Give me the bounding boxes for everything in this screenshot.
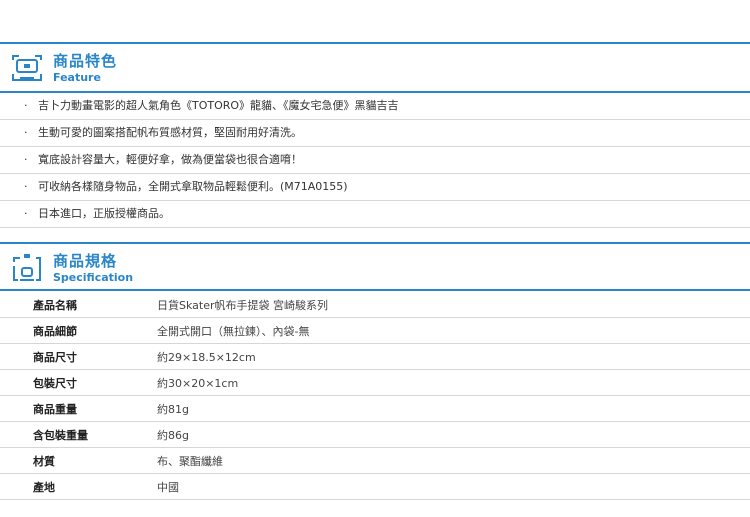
spec-label: 材質 <box>0 447 157 474</box>
spec-table: 產品名稱 日貨Skater帆布手提袋 宮崎駿系列 商品細節 全開式開口（無拉鍊）、內… <box>0 292 750 500</box>
bullet-icon: · <box>24 99 28 112</box>
spec-value: 全開式開口（無拉鍊）、內袋-無 <box>157 317 750 344</box>
spec-accent-rule <box>0 242 750 244</box>
top-accent-rule <box>0 42 750 44</box>
table-row: 商品細節 全開式開口（無拉鍊）、內袋-無 <box>0 317 750 344</box>
spec-label: 商品尺寸 <box>0 343 157 370</box>
spec-title: 商品規格 <box>53 252 118 270</box>
spec-label: 產地 <box>0 473 157 500</box>
spec-value: 約30×20×1cm <box>157 369 750 396</box>
spec-value: 約29×18.5×12cm <box>157 343 750 370</box>
table-row: 產地 中國 <box>0 473 750 500</box>
spec-value: 約81g <box>157 395 750 422</box>
spec-label: 商品細節 <box>0 317 157 344</box>
list-item: · 生動可愛的圖案搭配帆布質感材質，堅固耐用好清洗。 <box>0 120 750 147</box>
spec-value: 布、聚酯纖維 <box>157 447 750 474</box>
feature-list: · 吉卜力動畫電影的超人氣角色《TOTORO》龍貓、《魔女宅急便》黑貓吉吉 · 生動… <box>0 93 750 228</box>
table-row: 含包裝重量 約86g <box>0 421 750 448</box>
table-row: 商品重量 約81g <box>0 395 750 422</box>
spec-value: 中國 <box>157 473 750 500</box>
spec-label: 商品重量 <box>0 395 157 422</box>
feature-subtitle: Feature <box>53 71 101 84</box>
list-item: · 寬底設計容量大，輕便好拿，做為便當袋也很合適唷！ <box>0 147 750 174</box>
list-item: · 日本進口，正版授權商品。 <box>0 201 750 228</box>
bullet-icon: · <box>24 153 28 166</box>
table-row: 產品名稱 日貨Skater帆布手提袋 宮崎駿系列 <box>0 292 750 318</box>
table-row: 材質 布、聚酯纖維 <box>0 447 750 474</box>
feature-section-header: 商品特色 Feature <box>0 46 750 94</box>
spec-section-header: 商品規格 Specification <box>0 246 750 294</box>
table-row: 商品尺寸 約29×18.5×12cm <box>0 343 750 370</box>
camera-frame-icon <box>12 55 42 81</box>
bullet-icon: · <box>24 180 28 193</box>
spec-label: 產品名稱 <box>0 292 157 318</box>
list-item: · 吉卜力動畫電影的超人氣角色《TOTORO》龍貓、《魔女宅急便》黑貓吉吉 <box>0 93 750 120</box>
spec-label: 包裝尺寸 <box>0 369 157 396</box>
bullet-icon: · <box>24 207 28 220</box>
spec-subtitle: Specification <box>53 271 134 284</box>
feature-title: 商品特色 <box>53 52 118 70</box>
spec-header-rule <box>0 289 750 291</box>
table-row: 包裝尺寸 約30×20×1cm <box>0 369 750 396</box>
spec-value: 日貨Skater帆布手提袋 宮崎駿系列 <box>157 292 750 318</box>
list-item: · 可收納各樣隨身物品，全開式拿取物品輕鬆便利。(M71A0155) <box>0 174 750 201</box>
spec-value: 約86g <box>157 421 750 448</box>
spec-label: 含包裝重量 <box>0 421 157 448</box>
bullet-icon: · <box>24 126 28 139</box>
phone-frame-icon <box>13 254 41 281</box>
